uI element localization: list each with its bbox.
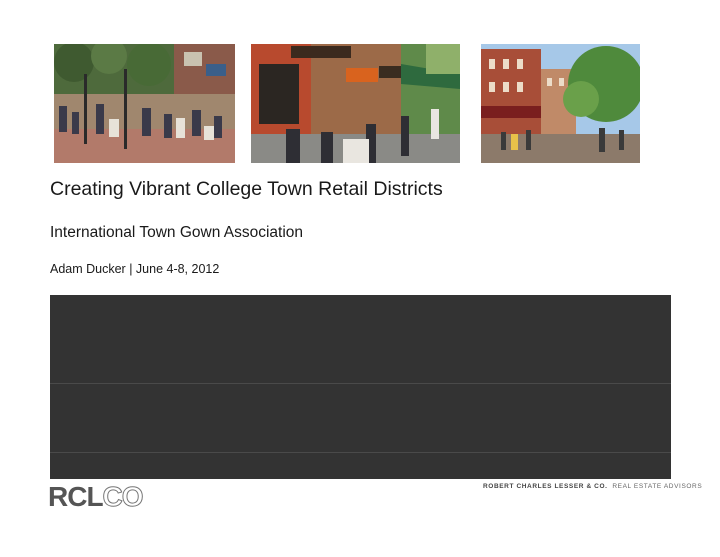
downtown-main-street-photo bbox=[481, 44, 640, 163]
organization-subtitle: International Town Gown Association bbox=[50, 224, 304, 241]
presenter-date-byline: Adam Ducker | June 4-8, 2012 bbox=[50, 262, 220, 276]
firm-tagline: ROBERT CHARLES LESSER & CO. REAL ESTATE … bbox=[483, 483, 703, 490]
dark-content-band bbox=[50, 295, 671, 479]
band-divider bbox=[50, 452, 671, 453]
presentation-title: Creating Vibrant College Town Retail Dis… bbox=[50, 178, 443, 200]
outdoor-cafe-street-photo bbox=[251, 44, 460, 163]
rclco-logo: RCLCO bbox=[48, 481, 144, 512]
pedestrian-mall-plaza-photo bbox=[54, 44, 235, 163]
band-divider bbox=[50, 383, 671, 384]
